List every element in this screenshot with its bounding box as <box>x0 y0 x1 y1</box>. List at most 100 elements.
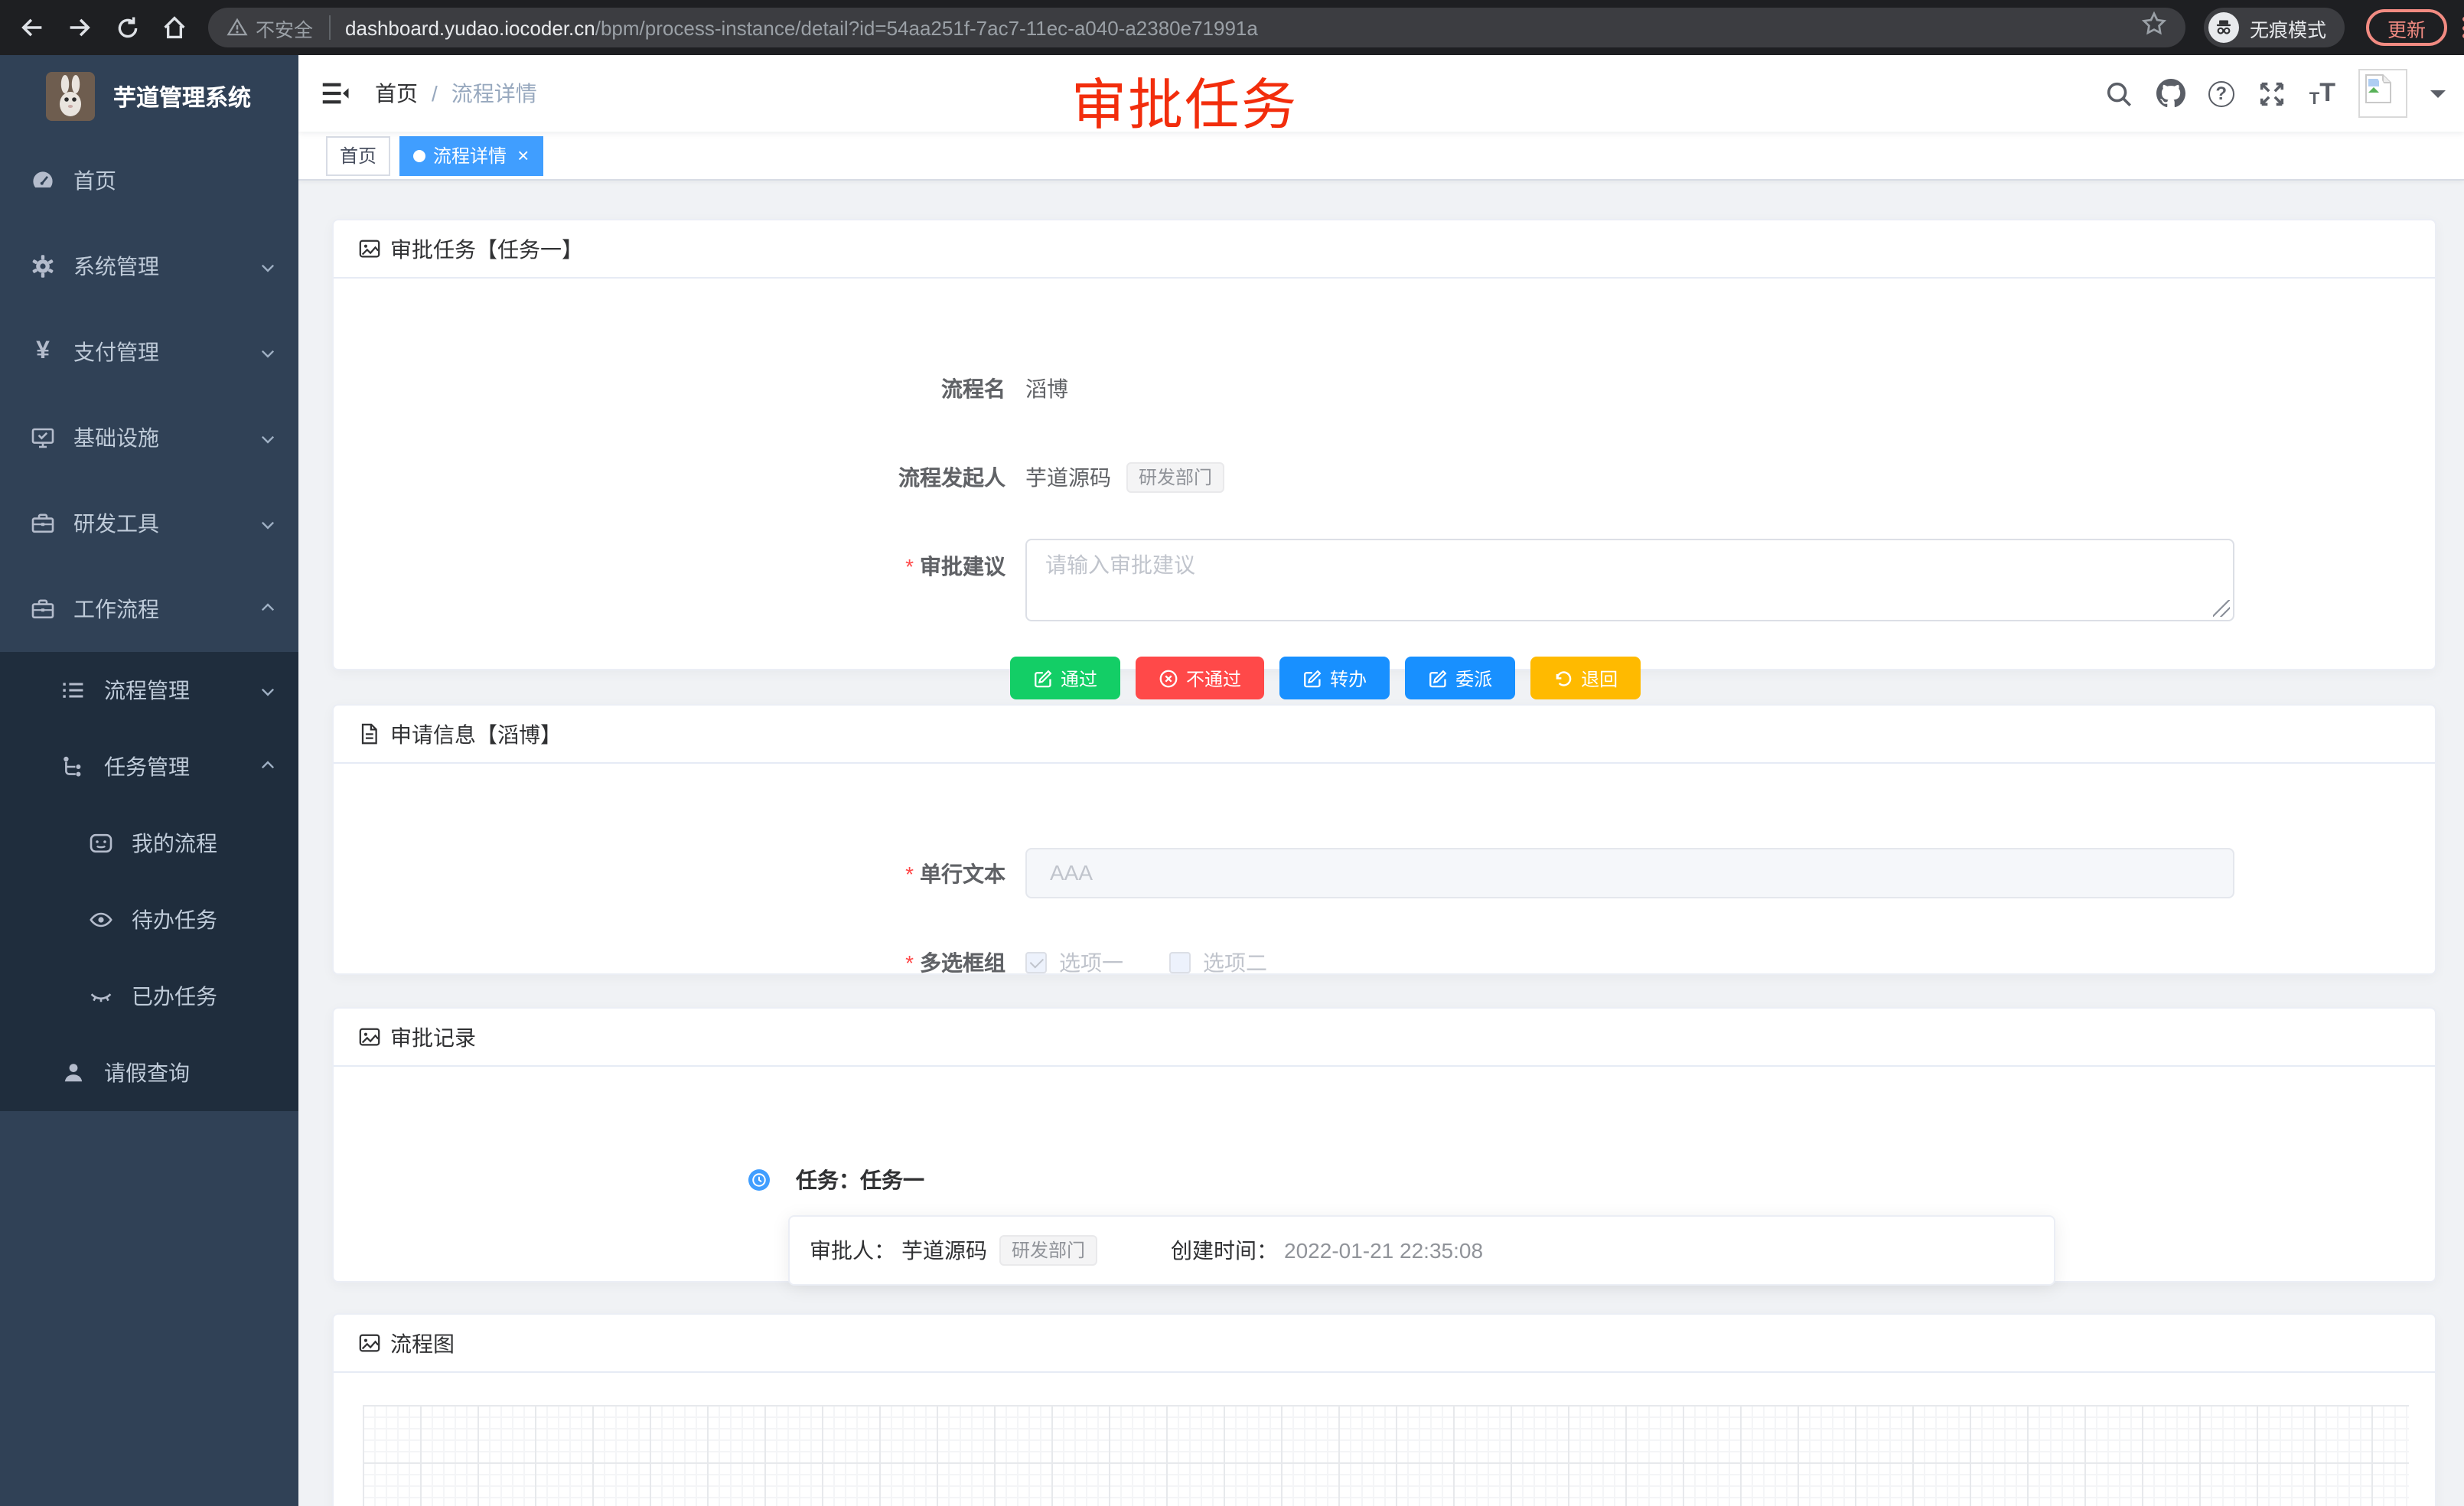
security-chip[interactable]: 不安全 <box>227 13 313 42</box>
sidebar-logo-row[interactable]: 芋道管理系统 <box>0 55 298 138</box>
header-search-button[interactable] <box>2104 79 2133 108</box>
sidebar-item-label: 流程管理 <box>104 675 190 706</box>
browser-home-button[interactable] <box>156 9 193 46</box>
update-label: 更新 <box>2387 13 2426 42</box>
sidebar-item-研发工具[interactable]: 研发工具 <box>0 481 298 566</box>
tree-icon <box>61 755 86 779</box>
opinion-textarea[interactable] <box>1025 539 2234 621</box>
button-label: 通过 <box>1061 665 1097 691</box>
starter-name: 芋道源码 <box>1025 462 1111 493</box>
dashboard-icon <box>31 168 55 193</box>
sidebar-menu: 首页系统管理¥支付管理基础设施研发工具工作流程流程管理任务管理我的流程待办任务已… <box>0 138 298 1111</box>
sidebar-item-label: 工作流程 <box>73 594 159 624</box>
browser-forward-button[interactable] <box>61 9 98 46</box>
url-path: /bpm/process-instance/detail?id=54aa251f… <box>595 16 1258 39</box>
fullscreen-icon <box>2257 79 2286 108</box>
tag-流程详情[interactable]: 流程详情 × <box>399 135 543 175</box>
chevron-up-icon <box>259 600 277 618</box>
user-avatar[interactable] <box>2358 69 2407 118</box>
user-icon <box>61 1061 86 1085</box>
chevron-down-icon <box>259 681 277 699</box>
browser-update-button[interactable]: 更新 <box>2366 9 2447 46</box>
process-starter-label: 流程发起人 <box>334 456 1005 499</box>
fullscreen-button[interactable] <box>2257 79 2286 108</box>
tag-label: 首页 <box>340 142 376 168</box>
github-link-button[interactable] <box>2156 79 2185 108</box>
forward-icon <box>66 14 93 41</box>
record-card-header: 审批记录 <box>334 1009 2435 1067</box>
incognito-label: 无痕模式 <box>2250 13 2326 42</box>
broken-image-icon <box>2363 73 2394 104</box>
tag-label: 流程详情 <box>433 142 507 168</box>
sidebar-item-基础设施[interactable]: 基础设施 <box>0 395 298 481</box>
不通过-button[interactable]: 不通过 <box>1136 657 1264 699</box>
picture-icon <box>358 1025 381 1048</box>
breadcrumb-home[interactable]: 首页 <box>375 78 418 109</box>
font-size-button[interactable]: TT <box>2309 78 2335 109</box>
sidebar-item-请假查询[interactable]: 请假查询 <box>0 1035 298 1111</box>
checkbox-选项二: 选项二 <box>1169 947 1267 978</box>
sidebar-item-任务管理[interactable]: 任务管理 <box>0 729 298 805</box>
apply-info-card: 申请信息【滔博】 单行文本 AAA 多选框组 选项一选项二 <box>332 704 2436 975</box>
chevron-up-icon <box>259 758 277 776</box>
annotation-title: 审批任务 <box>1071 61 1298 141</box>
eye-closed-icon <box>89 984 113 1009</box>
opinion-label: 审批建议 <box>334 545 1005 588</box>
approve-card-header: 审批任务【任务一】 <box>334 220 2435 279</box>
sidebar-item-我的流程[interactable]: 我的流程 <box>0 805 298 882</box>
sidebar-item-已办任务[interactable]: 已办任务 <box>0 958 298 1035</box>
starter-dept-tag: 研发部门 <box>1126 462 1224 493</box>
bpmn-canvas[interactable] <box>363 1405 2409 1506</box>
approver-label: 审批人： <box>810 1235 895 1266</box>
approver-name: 芋道源码 <box>901 1235 987 1266</box>
single-text-input: AAA <box>1025 848 2234 898</box>
sidebar-item-label: 首页 <box>73 165 116 196</box>
warning-icon <box>227 17 248 38</box>
退回-button[interactable]: 退回 <box>1530 657 1641 699</box>
sidebar-item-支付管理[interactable]: ¥支付管理 <box>0 309 298 395</box>
app-logo <box>46 72 95 121</box>
通过-button[interactable]: 通过 <box>1010 657 1120 699</box>
screen: 不安全 dashboard.yudao.iocoder.cn/bpm/proce… <box>0 0 2464 1506</box>
bookmark-star-button[interactable] <box>2141 11 2167 44</box>
tag-close-icon[interactable]: × <box>517 146 529 165</box>
browser-toolbar: 不安全 dashboard.yudao.iocoder.cn/bpm/proce… <box>0 0 2464 55</box>
toolbox-icon <box>31 511 55 536</box>
checkbox-label: 选项一 <box>1059 947 1123 978</box>
incognito-icon <box>2208 12 2239 43</box>
sidebar-item-流程管理[interactable]: 流程管理 <box>0 652 298 729</box>
process-starter-value: 芋道源码 研发部门 <box>1025 456 1224 499</box>
url-domain: dashboard.yudao.iocoder.cn <box>345 16 595 39</box>
button-label: 不通过 <box>1186 665 1241 691</box>
sidebar-item-label: 待办任务 <box>132 905 217 935</box>
create-time-value: 2022-01-21 22:35:08 <box>1284 1238 1483 1263</box>
top-navbar: 首页 / 流程详情 ? TT <box>298 55 2464 132</box>
security-label: 不安全 <box>256 13 313 42</box>
edit-icon <box>1302 668 1322 688</box>
avatar-caret-icon[interactable] <box>2430 90 2446 105</box>
hamburger-icon <box>320 78 350 109</box>
edit-icon <box>1428 668 1448 688</box>
record-card-title: 审批记录 <box>390 1022 476 1052</box>
button-label: 转办 <box>1330 665 1367 691</box>
sidebar-item-待办任务[interactable]: 待办任务 <box>0 882 298 958</box>
转办-button[interactable]: 转办 <box>1279 657 1390 699</box>
picture-icon <box>358 1332 381 1354</box>
sidebar-item-label: 请假查询 <box>104 1058 190 1088</box>
browser-back-button[interactable] <box>14 9 51 46</box>
back-icon <box>18 14 46 41</box>
tag-首页[interactable]: 首页 <box>326 135 390 175</box>
address-bar[interactable]: 不安全 dashboard.yudao.iocoder.cn/bpm/proce… <box>208 8 2185 47</box>
star-icon <box>2141 11 2167 37</box>
incognito-badge: 无痕模式 <box>2204 8 2345 47</box>
委派-button[interactable]: 委派 <box>1405 657 1515 699</box>
help-button[interactable]: ? <box>2208 80 2234 106</box>
browser-reload-button[interactable] <box>109 9 145 46</box>
picture-icon <box>358 237 381 260</box>
sidebar-item-工作流程[interactable]: 工作流程 <box>0 566 298 652</box>
approve-card-title: 审批任务【任务一】 <box>390 233 583 264</box>
sidebar-collapse-button[interactable] <box>320 78 350 109</box>
sidebar-item-首页[interactable]: 首页 <box>0 138 298 223</box>
sidebar-item-label: 已办任务 <box>132 981 217 1012</box>
sidebar-item-系统管理[interactable]: 系统管理 <box>0 223 298 309</box>
